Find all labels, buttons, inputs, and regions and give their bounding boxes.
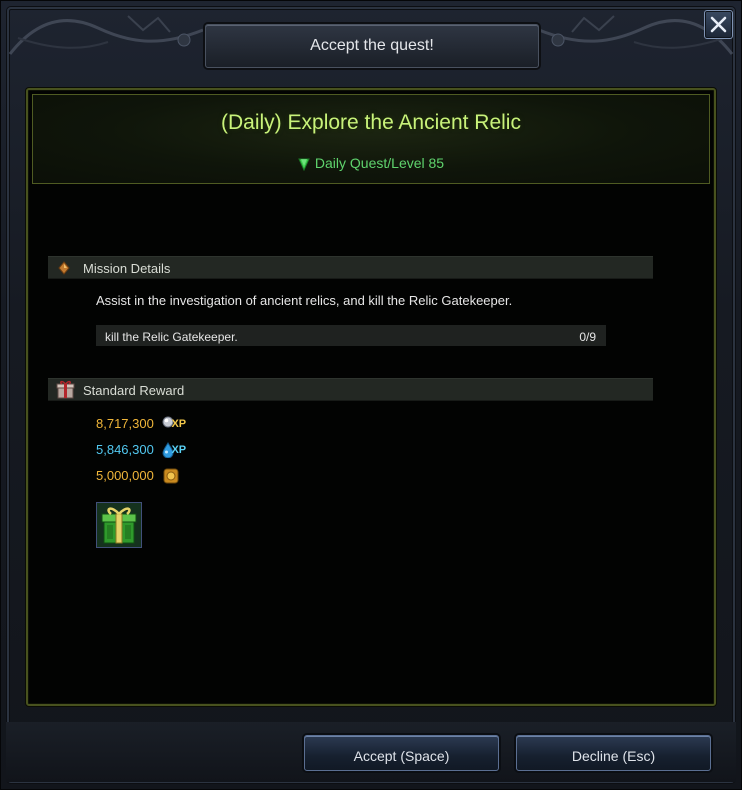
- gift-box-icon: [56, 380, 75, 399]
- accept-button[interactable]: Accept (Space): [304, 735, 499, 771]
- reward-blue-xp-value: 5,846,300: [96, 442, 154, 458]
- close-icon: [710, 16, 727, 33]
- objective-progress: 0/9: [579, 330, 596, 344]
- title-plate: Accept the quest!: [205, 24, 539, 68]
- reward-item-slot[interactable]: [96, 502, 142, 548]
- standard-reward-header: Standard Reward: [48, 378, 653, 401]
- compass-icon: [58, 261, 70, 275]
- objective-text: kill the Relic Gatekeeper.: [105, 330, 238, 344]
- quest-subtitle-text: Daily Quest/Level 85: [314, 155, 445, 171]
- mission-details-header: Mission Details: [48, 256, 653, 279]
- mission-description: Assist in the investigation of ancient r…: [96, 293, 513, 308]
- reward-gold-value: 5,000,000: [96, 468, 154, 484]
- decline-button-label: Decline (Esc): [571, 748, 656, 764]
- green-gift-icon: [97, 503, 141, 547]
- reward-silver-xp-value: 8,717,300: [96, 416, 154, 432]
- gold-coin-icon: [163, 468, 179, 484]
- quest-subtitle: Daily Quest/Level 85: [33, 155, 709, 172]
- accept-button-label: Accept (Space): [353, 748, 450, 764]
- quest-title: (Daily) Explore the Ancient Relic: [221, 111, 521, 134]
- close-button[interactable]: [704, 10, 733, 39]
- green-gem-icon: [298, 158, 310, 172]
- blue-xp-tag: XP: [171, 443, 187, 456]
- quest-header: (Daily) Explore the Ancient Relic Daily …: [32, 94, 710, 184]
- reward-gold: 5,000,000: [96, 467, 179, 487]
- reward-silver-xp: 8,717,300 XP: [96, 415, 186, 435]
- standard-reward-title: Standard Reward: [83, 383, 185, 398]
- mission-objective: kill the Relic Gatekeeper. 0/9: [96, 325, 606, 346]
- window-title: Accept the quest!: [310, 37, 434, 54]
- silver-xp-tag: XP: [171, 417, 187, 430]
- reward-blue-xp: 5,846,300 XP: [96, 441, 186, 461]
- decline-button[interactable]: Decline (Esc): [516, 735, 711, 771]
- mission-details-title: Mission Details: [83, 261, 171, 276]
- ornament-left-icon: [8, 15, 204, 55]
